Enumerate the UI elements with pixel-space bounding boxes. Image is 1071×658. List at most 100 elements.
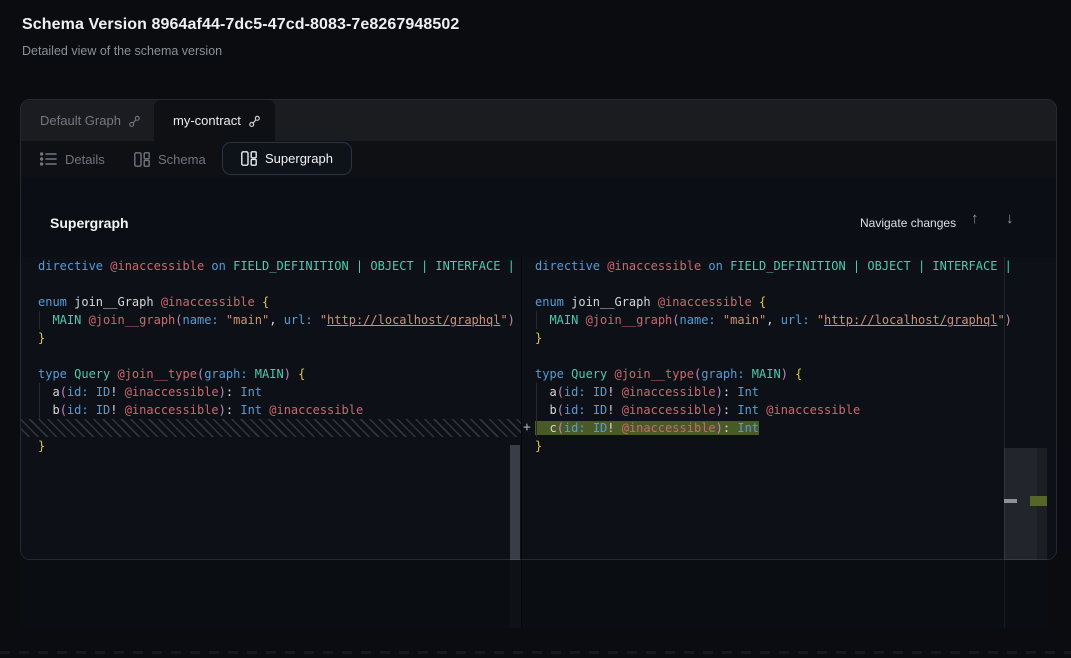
variant-fork-icon	[248, 115, 261, 128]
code-token: ID	[96, 385, 110, 399]
code-token: a	[535, 385, 557, 399]
code-token: FIELD_DEFINITION	[730, 259, 853, 273]
code-token: on	[708, 259, 730, 273]
indent-guide	[536, 311, 537, 329]
minimap-slider[interactable]	[1004, 448, 1047, 565]
tab-my-contract-label: my-contract	[173, 113, 241, 128]
code-token: }	[38, 331, 45, 345]
code-token: !	[607, 385, 621, 399]
code-line	[38, 347, 521, 365]
diff-pane-original[interactable]: directive @inaccessible on FIELD_DEFINIT…	[21, 257, 521, 559]
tab-default-graph[interactable]: Default Graph	[21, 100, 155, 141]
code-token: |	[853, 259, 867, 273]
code-token: id:	[67, 403, 96, 417]
code-line: directive @inaccessible on FIELD_DEFINIT…	[38, 257, 521, 275]
code-token: type	[535, 367, 571, 381]
code-token: enum	[38, 295, 74, 309]
code-token: type	[38, 367, 74, 381]
code-token: "	[500, 313, 507, 327]
code-line: a(id: ID! @inaccessible): Int	[38, 383, 521, 401]
code-token: (	[557, 385, 564, 399]
tab-default-graph-label: Default Graph	[40, 113, 121, 128]
code-token: )	[508, 313, 515, 327]
tab-supergraph-label: Supergraph	[265, 151, 333, 166]
code-token: |	[421, 259, 435, 273]
code-token: {	[788, 367, 802, 381]
arrow-down-icon[interactable]: ↓	[1006, 209, 1014, 229]
tab-details[interactable]: Details	[40, 141, 105, 177]
code-token: @inaccessible	[766, 403, 860, 417]
code-token: "main"	[226, 313, 269, 327]
code-token: @inaccessible	[622, 421, 716, 435]
code-token: id:	[67, 385, 96, 399]
variant-fork-icon	[128, 115, 141, 128]
code-token: ID	[593, 421, 607, 435]
code-token: @inaccessible	[125, 403, 219, 417]
code-token: )	[716, 421, 723, 435]
code-token: b	[535, 403, 557, 417]
list-icon	[40, 152, 57, 166]
tab-schema[interactable]: Schema	[134, 141, 206, 177]
minimap-line-marker	[1004, 499, 1017, 503]
schema-version-page: Schema Version 8964af44-7dc5-47cd-8083-7…	[0, 0, 1071, 658]
code-token: @inaccessible	[161, 295, 262, 309]
code-line: enum join__Graph @inaccessible {	[535, 293, 1018, 311]
code-token: !	[607, 403, 621, 417]
code-line: MAIN @join__graph(name: "main", url: "ht…	[38, 311, 521, 329]
left-pane-scrollbar[interactable]	[510, 445, 520, 564]
code-token: @inaccessible	[607, 259, 708, 273]
code-token: @inaccessible	[622, 403, 716, 417]
code-token: url:	[781, 313, 817, 327]
code-token: Int	[737, 385, 759, 399]
page-title: Schema Version 8964af44-7dc5-47cd-8083-7…	[22, 16, 459, 34]
code-line	[535, 347, 1018, 365]
code-token: :	[723, 403, 737, 417]
code-token: MAIN	[535, 313, 586, 327]
code-token: Int	[240, 385, 262, 399]
code-token: )	[716, 385, 723, 399]
indent-guide	[536, 383, 537, 401]
code-token: !	[110, 385, 124, 399]
code-token: FIELD_DEFINITION	[233, 259, 356, 273]
code-token: Int	[240, 403, 269, 417]
code-token: (	[672, 313, 679, 327]
arrow-up-icon[interactable]: ↑	[971, 209, 979, 229]
code-token: ID	[593, 385, 607, 399]
code-token: join__Graph	[74, 295, 161, 309]
code-token: id:	[564, 403, 593, 417]
code-token: ID	[96, 403, 110, 417]
code-token: directive	[38, 259, 110, 273]
code-token: {	[759, 295, 766, 309]
indent-guide	[39, 401, 40, 419]
code-line: }	[38, 329, 521, 347]
code-token: |	[1005, 259, 1012, 273]
supergraph-heading: Supergraph	[50, 215, 129, 231]
code-token: enum	[535, 295, 571, 309]
code-line: }	[535, 329, 1018, 347]
minimap-border-extension	[1004, 560, 1005, 628]
bottom-dashed-edge	[0, 651, 1071, 654]
indent-guide	[39, 311, 40, 329]
tab-my-contract[interactable]: my-contract	[154, 100, 275, 141]
code-token: (	[175, 313, 182, 327]
code-token: )	[284, 367, 291, 381]
diff-pane-modified[interactable]: directive @inaccessible on FIELD_DEFINIT…	[522, 257, 1018, 559]
navigate-changes-label: Navigate changes	[860, 216, 956, 230]
code-token: url:	[284, 313, 320, 327]
code-token: http://localhost/graphql	[327, 313, 500, 327]
code-token: INTERFACE	[932, 259, 1004, 273]
code-token: @inaccessible	[110, 259, 211, 273]
code-token: a	[38, 385, 60, 399]
indent-guide	[536, 419, 537, 437]
code-token: Int	[737, 421, 759, 435]
code-line: enum join__Graph @inaccessible {	[38, 293, 521, 311]
pane-divider-extension	[521, 560, 522, 628]
indent-guide	[536, 401, 537, 419]
code-token: c	[535, 421, 557, 435]
tab-details-label: Details	[65, 152, 105, 167]
tab-supergraph[interactable]: Supergraph	[222, 142, 352, 175]
code-token: directive	[535, 259, 607, 273]
code-line	[535, 275, 1018, 293]
code-token: @join__type	[614, 367, 693, 381]
code-token: @inaccessible	[658, 295, 759, 309]
